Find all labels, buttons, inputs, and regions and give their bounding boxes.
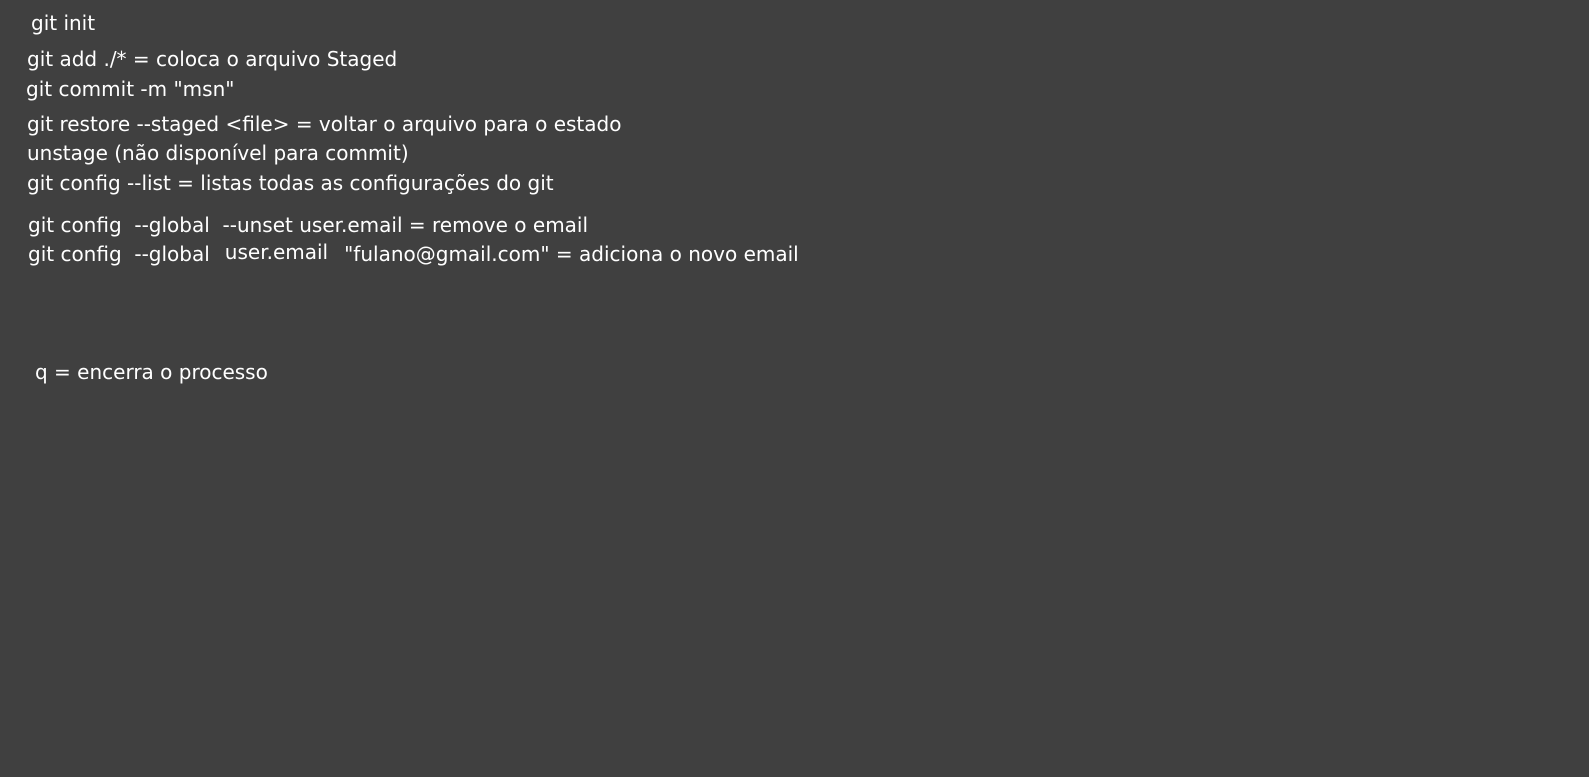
note-git-commit: git commit -m "msn" <box>26 77 235 101</box>
note-git-config-list: git config --list = listas todas as conf… <box>27 171 554 195</box>
note-git-config-set-key: user.email <box>224 240 329 264</box>
note-git-init: git init <box>31 11 96 35</box>
note-git-config-set: git config --global user.email "fulano@gma… <box>28 240 799 267</box>
note-git-config-set-command: git config --global <box>28 242 210 266</box>
note-unstage: unstage (não disponível para commit) <box>27 141 409 165</box>
note-git-restore: git restore --staged <file> = voltar o a… <box>27 112 622 136</box>
slide-canvas: git init git add ./* = coloca o arquivo … <box>0 0 1589 777</box>
note-git-add: git add ./* = coloca o arquivo Staged <box>27 47 398 71</box>
note-git-config-unset: git config --global --unset user.email =… <box>28 213 589 237</box>
note-quit: q = encerra o processo <box>35 360 268 384</box>
note-git-config-set-value: "fulano@gmail.com" = adiciona o novo ema… <box>344 242 799 266</box>
